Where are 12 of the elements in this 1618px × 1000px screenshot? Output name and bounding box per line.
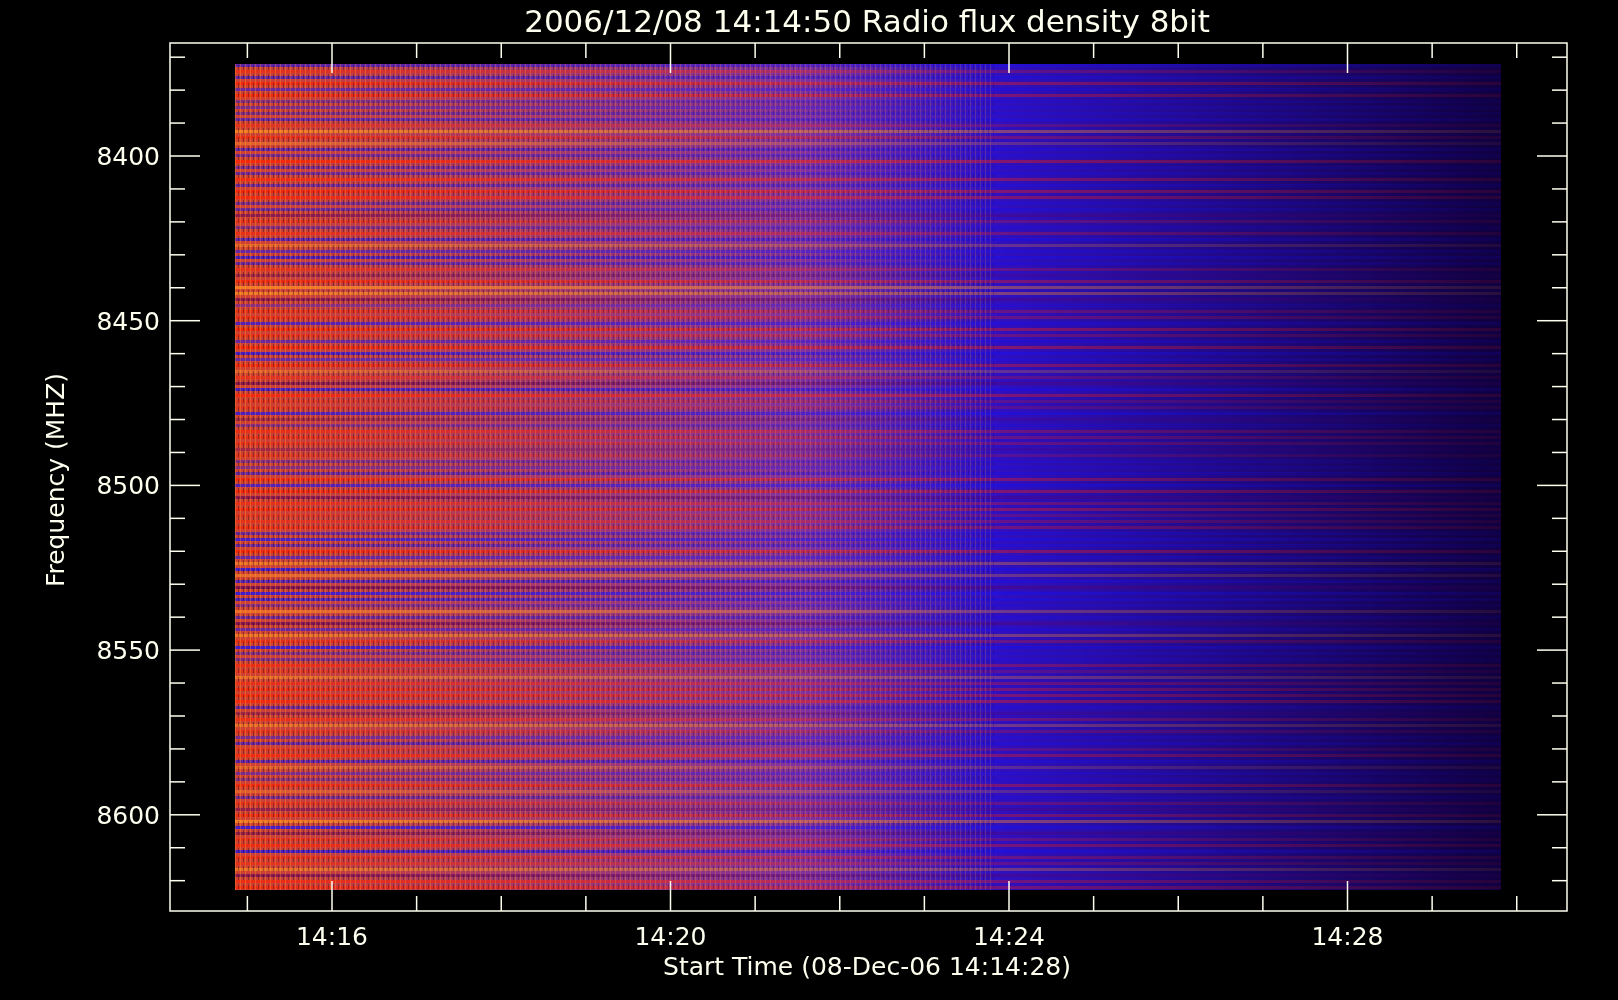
y-tick-label: 8600 — [96, 800, 160, 830]
x-tick-label: 14:16 — [296, 922, 368, 951]
y-tick-label: 8400 — [96, 142, 160, 171]
x-tick-label: 14:20 — [634, 922, 707, 951]
x-axis-label: Start Time (08-Dec-06 14:14:28) — [663, 952, 1071, 981]
x-tick-label: 14:28 — [1311, 922, 1384, 951]
y-tick-label: 8450 — [96, 306, 160, 336]
chart-title: 2006/12/08 14:14:50 Radio flux density 8bit — [524, 3, 1210, 39]
x-tick-label: 14:24 — [973, 922, 1045, 951]
y-tick-label: 8550 — [96, 636, 160, 666]
y-axis-label: Frequency (MHZ) — [41, 372, 70, 588]
y-tick-label: 8500 — [96, 471, 160, 501]
